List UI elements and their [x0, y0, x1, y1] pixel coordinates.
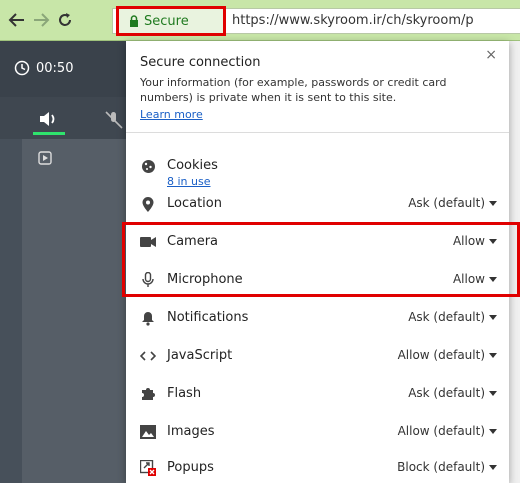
permission-row-notifications: Notifications Ask (default): [126, 303, 509, 333]
arrow-left-icon: [8, 13, 24, 27]
permission-row-popups: Popups Block (default): [126, 453, 509, 483]
back-button[interactable]: [6, 9, 28, 31]
camera-microphone-highlight: [122, 222, 520, 297]
bell-icon: [140, 310, 156, 326]
flash-value: Ask (default): [408, 386, 485, 400]
reload-icon: [59, 13, 71, 26]
code-icon: [140, 348, 156, 364]
speaker-icon: [40, 112, 55, 126]
chevron-down-icon: [489, 200, 497, 206]
chevron-down-icon: [489, 428, 497, 434]
lock-icon: [130, 15, 138, 27]
chevron-down-icon: [489, 352, 497, 358]
chevron-down-icon: [489, 314, 497, 320]
chevron-down-icon: [489, 464, 497, 470]
flash-label: Flash: [167, 386, 202, 401]
location-value: Ask (default): [408, 196, 485, 210]
learn-more-link[interactable]: Learn more: [140, 108, 203, 121]
flash-dropdown[interactable]: Ask (default): [408, 386, 497, 400]
location-label: Location: [167, 196, 222, 211]
popups-label: Popups: [167, 460, 214, 475]
images-dropdown[interactable]: Allow (default): [398, 424, 497, 438]
chevron-down-icon: [489, 390, 497, 396]
permission-row-flash: Flash Ask (default): [126, 379, 509, 409]
secure-label: Secure: [144, 13, 189, 29]
url-text[interactable]: https://www.skyroom.ir/ch/skyroom/p: [232, 13, 474, 28]
session-timer: 00:50: [14, 60, 73, 76]
play-box-icon: [38, 151, 52, 165]
permission-row-location: Location Ask (default): [126, 189, 509, 219]
popups-dropdown[interactable]: Block (default): [397, 460, 497, 474]
active-tab-indicator: [33, 132, 65, 135]
divider: [126, 132, 509, 133]
notifications-dropdown[interactable]: Ask (default): [408, 310, 497, 324]
timer-value: 00:50: [36, 60, 74, 76]
popups-value: Block (default): [397, 460, 485, 474]
secure-chip[interactable]: Secure: [116, 6, 226, 36]
location-dropdown[interactable]: Ask (default): [408, 196, 497, 210]
popup-title: Secure connection: [140, 55, 261, 70]
images-label: Images: [167, 424, 215, 439]
popup-blocked-icon: [140, 460, 156, 476]
image-icon: [140, 424, 156, 440]
cookie-icon: [140, 158, 156, 174]
popup-description: Your information (for example, passwords…: [140, 76, 447, 104]
mic-muted-tab[interactable]: [104, 110, 124, 133]
clock-icon: [14, 60, 30, 76]
arrow-right-icon: [34, 13, 50, 27]
app-panel: [22, 139, 126, 483]
cookies-in-use-link[interactable]: 8 in use: [167, 175, 211, 188]
notifications-label: Notifications: [167, 310, 249, 325]
reload-button[interactable]: [54, 9, 76, 31]
panel-toggle[interactable]: [38, 151, 52, 168]
permission-row-javascript: JavaScript Allow (default): [126, 341, 509, 371]
forward-button[interactable]: [30, 9, 52, 31]
javascript-dropdown[interactable]: Allow (default): [398, 348, 497, 362]
javascript-label: JavaScript: [167, 348, 233, 363]
cookies-label: Cookies: [167, 158, 218, 173]
location-pin-icon: [140, 196, 156, 212]
notifications-value: Ask (default): [408, 310, 485, 324]
javascript-value: Allow (default): [397, 348, 485, 362]
close-button[interactable]: ×: [485, 47, 497, 63]
images-value: Allow (default): [397, 424, 485, 438]
mic-muted-icon: [105, 111, 123, 129]
puzzle-icon: [140, 386, 156, 402]
speaker-tab[interactable]: [34, 108, 62, 132]
permission-row-images: Images Allow (default): [126, 417, 509, 447]
